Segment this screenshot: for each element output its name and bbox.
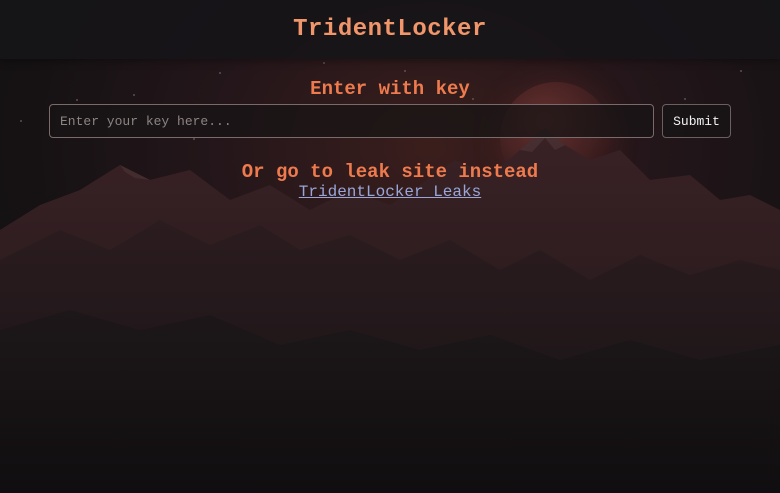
background-scene <box>0 0 780 493</box>
leak-site-link[interactable]: TridentLocker Leaks <box>299 183 481 201</box>
key-input[interactable] <box>49 104 654 138</box>
leak-link-container: TridentLocker Leaks <box>0 183 780 201</box>
mountain-range-illustration <box>0 128 780 493</box>
top-bar: TridentLocker <box>0 0 780 59</box>
brand-title: TridentLocker <box>293 16 487 43</box>
leak-site-heading: Or go to leak site instead <box>241 161 539 183</box>
submit-button[interactable]: Submit <box>662 104 731 138</box>
key-form-label: Enter with key <box>310 78 470 100</box>
